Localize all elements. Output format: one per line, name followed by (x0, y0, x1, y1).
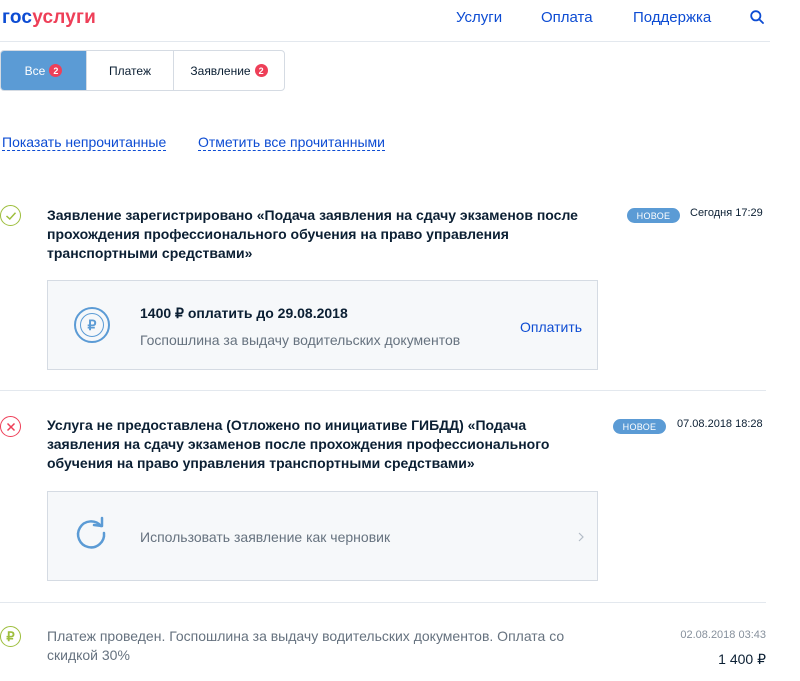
refresh-icon (76, 516, 106, 549)
chevron-right-icon (578, 532, 584, 542)
new-badge: НОВОЕ (627, 208, 680, 223)
tab-application-count-badge: 2 (254, 64, 268, 77)
gosuslugi-logo[interactable]: госуслуги (2, 7, 96, 29)
tab-payment[interactable]: Платеж (87, 51, 174, 90)
payment-notification-text[interactable]: Платеж проведен. Госпошлина за выдачу во… (47, 627, 592, 665)
notification-title[interactable]: Услуга не предоставлена (Отложено по ини… (47, 416, 592, 473)
payment-amount: 1 400 ₽ (718, 651, 766, 667)
logo-part-gos: гос (2, 7, 33, 28)
nav-services[interactable]: Услуги (456, 9, 502, 26)
mark-all-read-link[interactable]: Отметить все прочитанными (198, 134, 386, 151)
ruble-coin-icon: ₽ (74, 307, 110, 343)
tab-application[interactable]: Заявление 2 (174, 51, 284, 90)
header-divider (0, 41, 770, 42)
tab-all[interactable]: Все 2 (1, 51, 87, 90)
payment-description: Госпошлина за выдачу водительских докуме… (140, 332, 461, 348)
item-divider (0, 390, 766, 391)
notification-date: 07.08.2018 18:28 (677, 418, 763, 430)
use-as-draft-card[interactable]: Использовать заявление как черновик (47, 491, 598, 581)
logo-part-uslugi: услуги (32, 7, 97, 28)
payment-card: ₽ 1400 ₽ оплатить до 29.08.2018 Госпошли… (47, 280, 598, 370)
success-check-icon (0, 205, 21, 226)
ruble-icon: ₽ (0, 626, 21, 647)
search-icon[interactable] (750, 10, 764, 24)
tab-application-label: Заявление (190, 63, 251, 78)
tab-all-count-badge: 2 (49, 64, 63, 77)
new-badge: НОВОЕ (613, 419, 666, 434)
notification-title[interactable]: Заявление зарегистрировано «Подача заявл… (47, 206, 612, 263)
filter-tabs: Все 2 Платеж Заявление 2 (0, 50, 285, 91)
show-unread-link[interactable]: Показать непрочитанные (2, 134, 167, 151)
pay-button[interactable]: Оплатить (520, 319, 582, 335)
use-as-draft-label: Использовать заявление как черновик (140, 529, 391, 545)
nav-payment[interactable]: Оплата (541, 9, 593, 26)
notification-date: 02.08.2018 03:43 (680, 629, 766, 641)
nav-support[interactable]: Поддержка (633, 9, 711, 26)
tab-payment-label: Платеж (109, 63, 151, 78)
payment-amount: 1400 ₽ оплатить до 29.08.2018 (140, 305, 348, 321)
error-cross-icon (0, 416, 21, 437)
tab-all-label: Все (24, 63, 46, 78)
notification-date: Сегодня 17:29 (690, 207, 763, 219)
item-divider (0, 602, 766, 603)
